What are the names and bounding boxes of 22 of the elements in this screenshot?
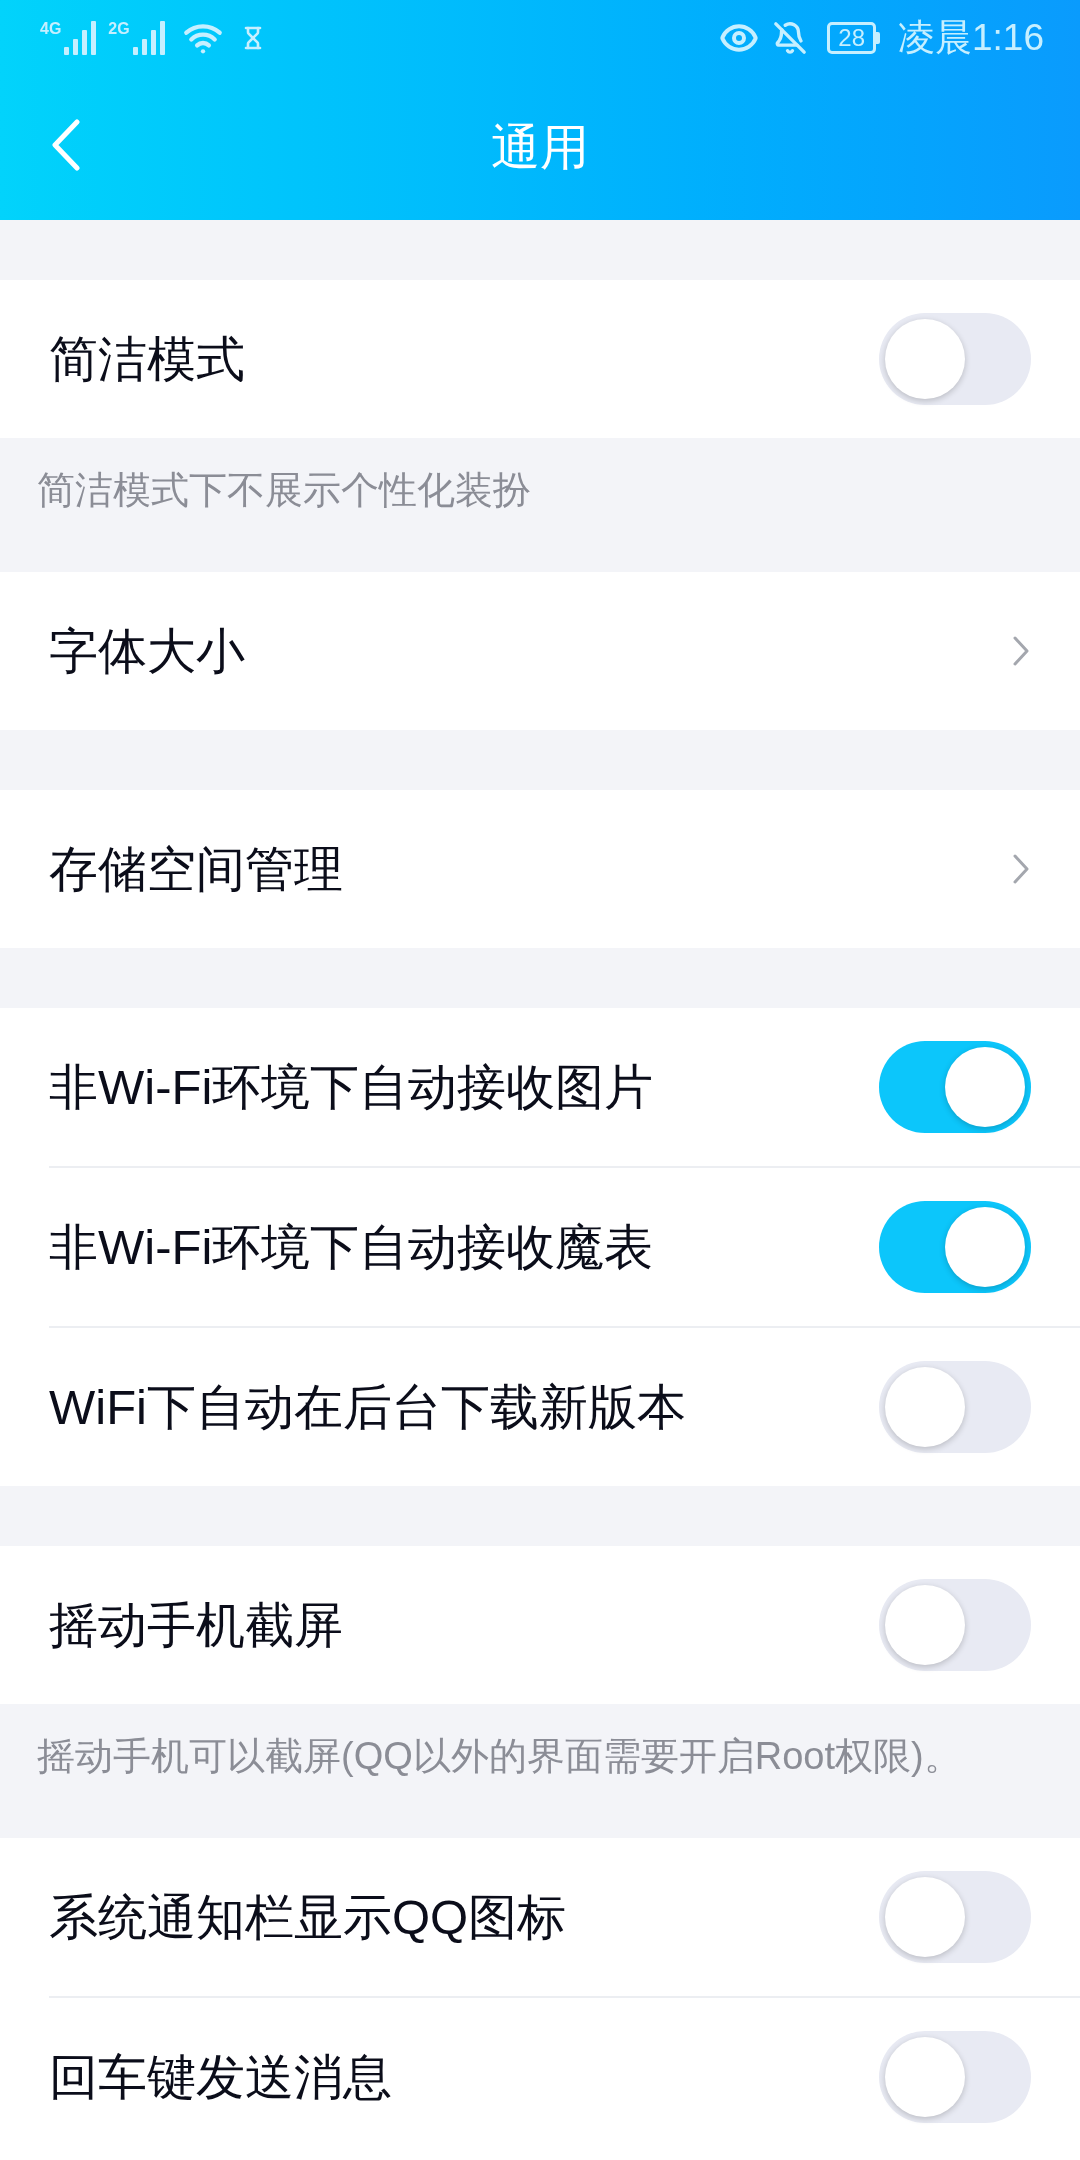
battery-indicator: 28 [827, 21, 880, 54]
setting-label: WiFi下自动在后台下载新版本 [49, 1382, 686, 1432]
clock-time: 凌晨1:16 [898, 19, 1044, 56]
settings-item[interactable]: 存储空间管理 [0, 790, 1080, 948]
network-type-label: 4G [40, 20, 62, 37]
setting-label: 系统通知栏显示QQ图标 [49, 1892, 567, 1942]
setting-label: 非Wi-Fi环境下自动接收图片 [49, 1062, 654, 1112]
setting-label: 摇动手机截屏 [49, 1600, 343, 1650]
setting-label: 非Wi-Fi环境下自动接收魔表 [49, 1222, 654, 1272]
setting-label: 回车键发送消息 [49, 2052, 392, 2102]
page-title: 通用 [491, 123, 589, 172]
network-type-label: 2G [108, 20, 130, 37]
chevron-right-icon [1012, 854, 1030, 884]
signal-icon [132, 20, 167, 55]
section-note: 简洁模式下不展示个性化装扮 [37, 468, 532, 513]
signal-icon [64, 20, 99, 55]
settings-item[interactable]: 字体大小 [0, 572, 1080, 730]
chevron-right-icon [1012, 636, 1030, 666]
back-icon [51, 119, 81, 171]
setting-label: 简洁模式 [49, 334, 245, 384]
bell-off-icon [773, 20, 808, 55]
section-note: 摇动手机可以截屏(QQ以外的界面需要开启Root权限)。 [37, 1734, 963, 1779]
